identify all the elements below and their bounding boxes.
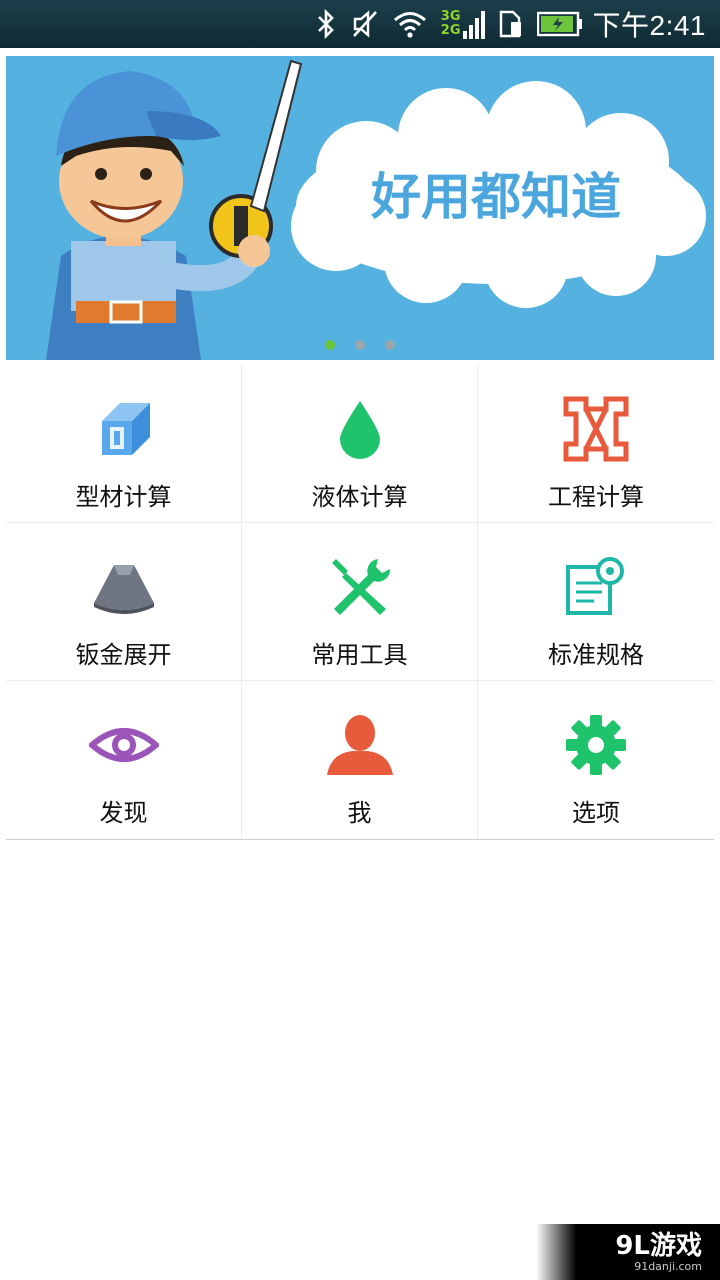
- tools-icon: [324, 551, 396, 623]
- eye-icon: [88, 709, 160, 781]
- watermark-brand: 9L游戏: [615, 1230, 702, 1261]
- menu-item-label: 选项: [572, 799, 620, 827]
- vibrate-mute-icon: [351, 9, 379, 39]
- menu-item-label: 标准规格: [548, 641, 644, 669]
- menu-item-label: 钣金展开: [75, 641, 172, 669]
- user-icon: [324, 709, 396, 781]
- menu-item-profile-calc[interactable]: 型材计算: [6, 365, 242, 523]
- menu-item-sheet-metal[interactable]: 钣金展开: [6, 523, 242, 681]
- battery-icon: [536, 11, 583, 37]
- gear-icon: [560, 709, 632, 781]
- clock: 下午2:41: [592, 10, 706, 41]
- watermark-url: 91danji.com: [634, 1259, 702, 1273]
- menu-item-common-tools[interactable]: 常用工具: [242, 523, 478, 681]
- menu-item-standards[interactable]: 标准规格: [478, 523, 714, 681]
- profile-beam-icon: [88, 393, 160, 465]
- menu-item-label: 型材计算: [75, 483, 172, 511]
- feature-grid: 型材计算 液体计算 工程计算 钣金展开 常用工具 标准规格 发现 我 选项: [6, 365, 714, 840]
- menu-item-engineering-calc[interactable]: 工程计算: [478, 365, 714, 523]
- sim-icon: [499, 10, 523, 38]
- carousel-dot-3[interactable]: [385, 340, 395, 350]
- network-type-top: 3G: [440, 9, 461, 24]
- banner-carousel[interactable]: 好用都知道: [6, 56, 714, 360]
- carousel-dot-2[interactable]: [355, 340, 365, 350]
- sheet-metal-icon: [88, 551, 160, 623]
- signal-icon: 3G 2G: [441, 9, 485, 39]
- watermark: 9L游戏 91danji.com: [536, 1224, 720, 1280]
- menu-item-label: 发现: [99, 799, 148, 827]
- banner-slogan: 好用都知道: [370, 168, 621, 226]
- menu-item-label: 工程计算: [548, 483, 644, 511]
- menu-item-options[interactable]: 选项: [478, 681, 714, 839]
- bluetooth-icon: [315, 9, 337, 39]
- document-gear-icon: [560, 551, 632, 623]
- truss-icon: [560, 393, 632, 465]
- menu-item-me[interactable]: 我: [242, 681, 478, 839]
- banner-illustration: 好用都知道: [46, 59, 706, 360]
- network-type-bottom: 2G: [440, 23, 461, 38]
- menu-item-discover[interactable]: 发现: [6, 681, 242, 839]
- wifi-icon: [393, 10, 427, 38]
- status-bar: 3G 2G 下午2:41: [0, 0, 720, 48]
- menu-item-liquid-calc[interactable]: 液体计算: [242, 365, 478, 523]
- carousel-indicator: [6, 340, 714, 350]
- carousel-dot-1[interactable]: [325, 340, 335, 350]
- droplet-icon: [324, 393, 396, 465]
- menu-item-label: 我: [347, 799, 372, 827]
- menu-item-label: 液体计算: [311, 483, 408, 511]
- menu-item-label: 常用工具: [311, 641, 408, 669]
